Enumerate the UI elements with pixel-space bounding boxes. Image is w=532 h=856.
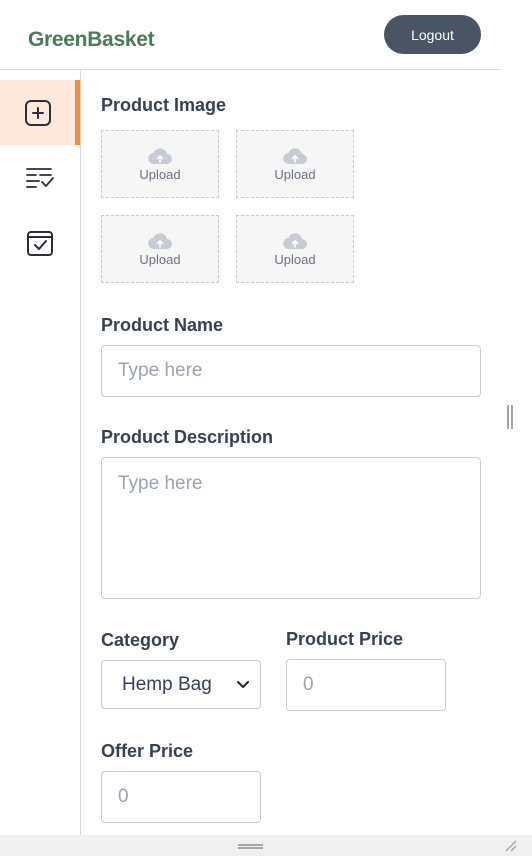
sidebar-item-add-product[interactable]: [0, 80, 80, 145]
upload-slot-4[interactable]: Upload: [236, 215, 354, 283]
resize-grip-icon[interactable]: [503, 838, 517, 852]
category-select[interactable]: Hemp Bag: [101, 660, 261, 709]
product-description-label: Product Description: [101, 427, 274, 447]
product-name-input[interactable]: [101, 345, 481, 397]
cloud-upload-icon: [283, 147, 307, 164]
product-image-label: Product Image: [101, 95, 227, 115]
upload-slot-2[interactable]: Upload: [236, 130, 354, 198]
upload-label: Upload: [139, 166, 181, 182]
product-price-label: Product Price: [286, 629, 404, 649]
product-description-input[interactable]: [101, 457, 481, 599]
category-selected-value: Hemp Bag: [122, 673, 212, 695]
upload-label: Upload: [139, 251, 181, 267]
sidebar: [0, 70, 81, 835]
offer-price-label: Offer Price: [101, 741, 194, 761]
upload-label: Upload: [274, 166, 316, 182]
cloud-upload-icon: [148, 147, 172, 164]
brand-logo[interactable]: GreenBasket: [28, 28, 155, 52]
cloud-upload-icon: [283, 232, 307, 249]
product-name-label: Product Name: [101, 315, 224, 335]
offer-price-input[interactable]: [101, 771, 261, 823]
sidebar-item-product-list[interactable]: [0, 145, 80, 210]
logout-button[interactable]: Logout: [384, 15, 481, 54]
sidebar-item-orders[interactable]: [0, 210, 80, 275]
upload-slot-1[interactable]: Upload: [101, 130, 219, 198]
add-square-icon: [24, 99, 51, 126]
chevron-down-icon: [237, 680, 249, 688]
cloud-upload-icon: [148, 232, 172, 249]
upload-label: Upload: [274, 251, 316, 267]
product-price-input[interactable]: [286, 659, 446, 711]
upload-slot-3[interactable]: Upload: [101, 215, 219, 283]
bottom-bar: [0, 835, 532, 856]
panel-resize-handle[interactable]: [507, 405, 513, 429]
category-label: Category: [101, 630, 180, 650]
list-check-icon: [26, 167, 54, 188]
bottom-resize-handle[interactable]: [238, 844, 263, 849]
calendar-check-icon: [27, 230, 53, 256]
header: GreenBasket Logout: [0, 0, 501, 70]
seller-page: GreenBasket Logout Product Image Upload …: [0, 0, 501, 835]
